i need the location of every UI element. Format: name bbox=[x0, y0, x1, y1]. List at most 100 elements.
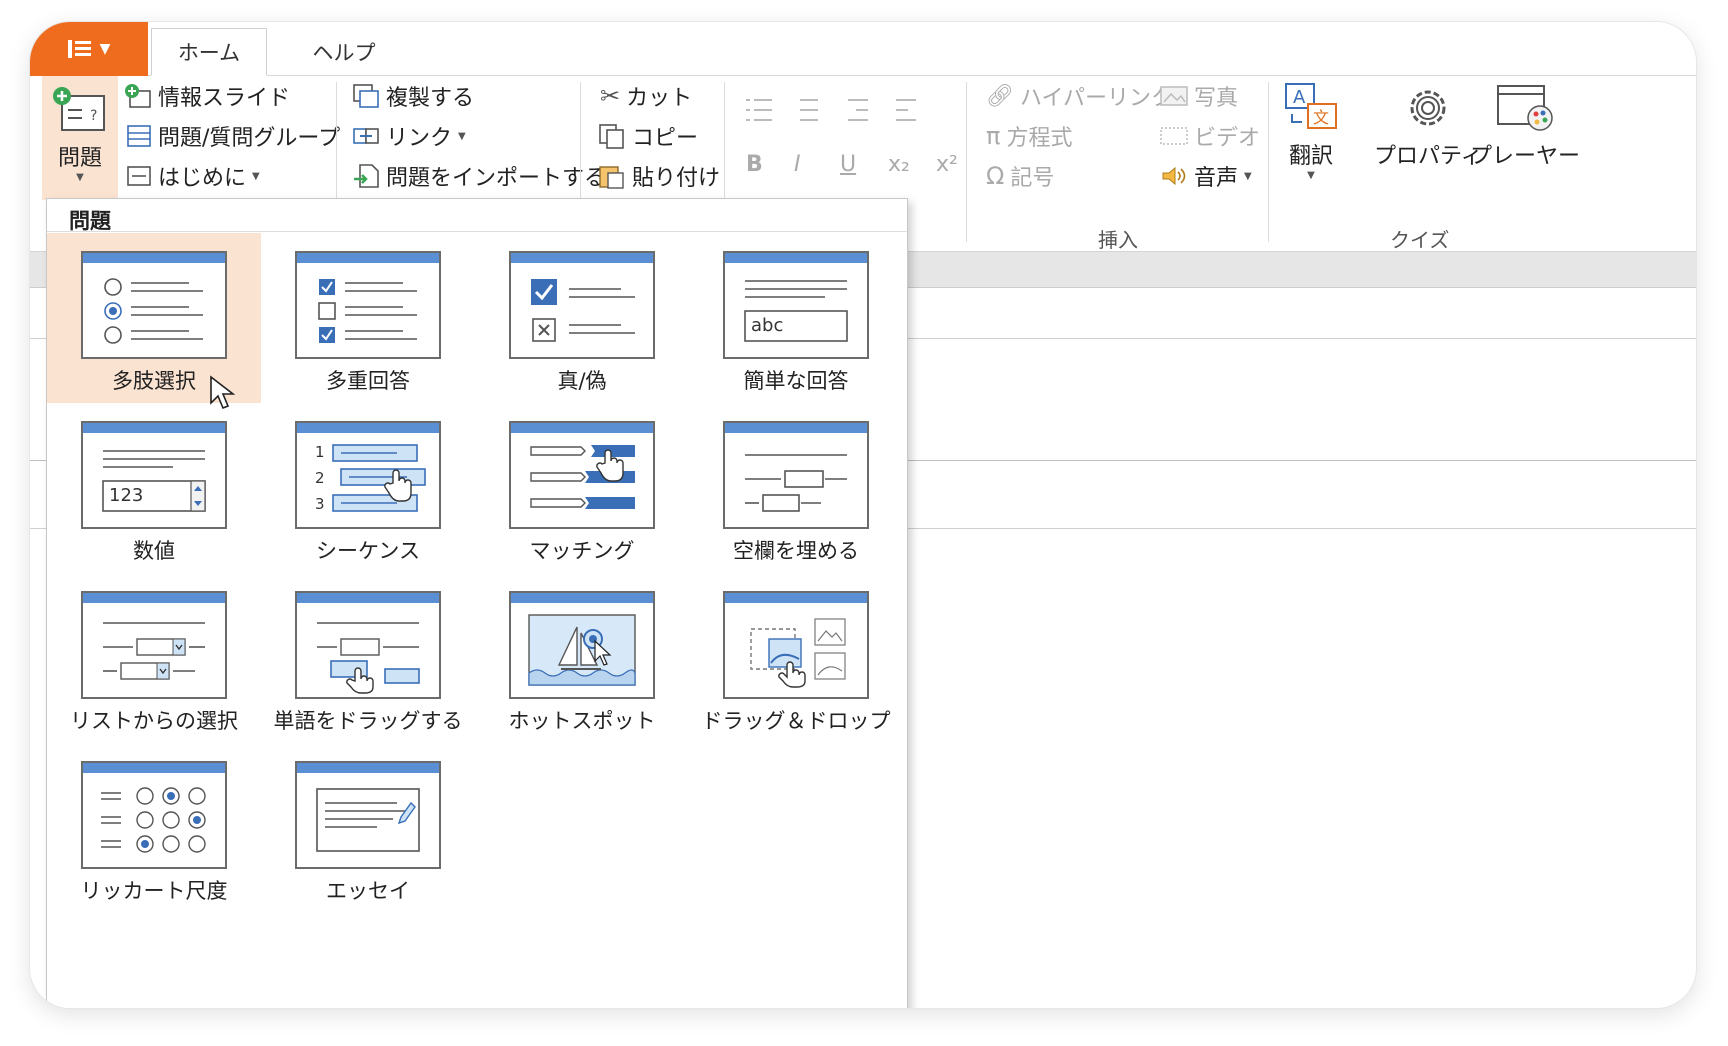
hyperlink-label: ハイパーリンク bbox=[1019, 86, 1174, 111]
sequence-number: 1 bbox=[315, 443, 325, 461]
svg-text:A: A bbox=[1293, 87, 1306, 108]
translate-label: 翻訳 bbox=[1288, 144, 1333, 169]
video-label: ビデオ bbox=[1194, 126, 1261, 151]
dropdown-divider bbox=[47, 231, 907, 232]
properties-label: プロパティ bbox=[1374, 144, 1483, 169]
intro-icon bbox=[127, 166, 151, 186]
paste-button[interactable]: 貼り付け bbox=[598, 160, 720, 192]
question-type-fill-in-blank[interactable]: 空欄を埋める bbox=[689, 403, 903, 573]
question-group-label: 問題/質問グループ bbox=[158, 126, 341, 151]
question-type-dropdown: 問題 多肢選択 多重回答 真/偽 abc 簡単な回答 123 数値 1 2 3 … bbox=[46, 198, 908, 1008]
omega-icon: Ω bbox=[986, 162, 1005, 190]
import-questions-button[interactable]: 問題をインポートする bbox=[352, 160, 606, 192]
subscript-button[interactable]: x₂ bbox=[888, 152, 910, 177]
audio-button[interactable]: 音声 ▼ bbox=[1160, 160, 1252, 192]
question-type-label: ホットスポット bbox=[508, 709, 656, 733]
import-questions-label: 問題をインポートする bbox=[386, 166, 607, 191]
drag-words-icon bbox=[295, 591, 441, 699]
question-type-drag-and-drop[interactable]: ドラッグ＆ドロップ bbox=[689, 573, 903, 743]
question-type-hotspot[interactable]: ホットスポット bbox=[475, 573, 689, 743]
true-false-icon bbox=[509, 251, 655, 359]
chevron-down-icon: ▼ bbox=[76, 172, 84, 183]
equation-button[interactable]: π 方程式 bbox=[986, 120, 1072, 152]
question-type-likert-scale[interactable]: リッカート尺度 bbox=[47, 743, 261, 913]
symbol-label: 記号 bbox=[1010, 166, 1055, 191]
insert-group-label: 挿入 bbox=[1098, 228, 1138, 252]
info-slide-button[interactable]: 情報スライド bbox=[124, 80, 290, 112]
question-type-label: ドラッグ＆ドロップ bbox=[701, 709, 891, 733]
question-button[interactable]: ? 問題 ▼ bbox=[42, 76, 118, 200]
chevron-down-icon: ▼ bbox=[458, 130, 466, 142]
link-label: リンク bbox=[386, 126, 453, 151]
essay-icon bbox=[295, 761, 441, 869]
question-type-label: 数値 bbox=[133, 539, 175, 563]
info-slide-icon bbox=[125, 84, 151, 108]
duplicate-button[interactable]: 複製する bbox=[352, 80, 474, 112]
numeric-sample: 123 bbox=[109, 485, 144, 506]
numeric-icon: 123 bbox=[81, 421, 227, 529]
chevron-down-icon: ▼ bbox=[1244, 170, 1252, 182]
paste-label: 貼り付け bbox=[632, 166, 721, 191]
video-icon bbox=[1160, 127, 1188, 145]
matching-icon bbox=[509, 421, 655, 529]
menu-icon bbox=[67, 40, 91, 58]
scissors-icon: ✂ bbox=[600, 82, 621, 110]
copy-button[interactable]: コピー bbox=[598, 120, 698, 152]
question-type-label: リッカート尺度 bbox=[80, 879, 228, 903]
cut-label: カット bbox=[626, 86, 693, 111]
paste-icon bbox=[599, 166, 624, 189]
question-type-matching[interactable]: マッチング bbox=[475, 403, 689, 573]
chevron-down-icon: ▼ bbox=[99, 41, 111, 57]
question-type-sequence[interactable]: 1 2 3 シーケンス bbox=[261, 403, 475, 573]
question-type-multiple-response[interactable]: 多重回答 bbox=[261, 233, 475, 403]
question-type-multiple-choice[interactable]: 多肢選択 bbox=[47, 233, 261, 410]
player-button[interactable]: プレーヤー bbox=[1470, 82, 1580, 170]
sequence-icon: 1 2 3 bbox=[295, 421, 441, 529]
symbol-button[interactable]: Ω 記号 bbox=[986, 160, 1054, 192]
chevron-down-icon: ▼ bbox=[252, 170, 260, 182]
import-icon bbox=[354, 164, 379, 188]
svg-text:?: ? bbox=[90, 108, 97, 124]
hyperlink-button[interactable]: 🔗︎ ハイパーリンク bbox=[986, 80, 1173, 112]
app-menu-button[interactable]: ▼ bbox=[30, 22, 148, 76]
translate-icon: A 文 bbox=[1285, 83, 1337, 129]
likert-scale-icon bbox=[81, 761, 227, 869]
copy-icon bbox=[599, 124, 624, 149]
fill-in-blank-icon bbox=[723, 421, 869, 529]
underline-button[interactable]: U bbox=[840, 152, 856, 177]
question-type-true-false[interactable]: 真/偽 bbox=[475, 233, 689, 403]
audio-label: 音声 bbox=[1194, 166, 1239, 191]
multiple-response-icon bbox=[295, 251, 441, 359]
photo-button[interactable]: 写真 bbox=[1160, 80, 1238, 112]
translate-button[interactable]: A 文 翻訳 ▼ bbox=[1282, 82, 1340, 181]
italic-button[interactable]: I bbox=[794, 152, 801, 177]
app-window: ▼ ホーム ヘルプ ? 問題 ▼ 情報スライド 問題/質問グループ はじめに ▼… bbox=[30, 22, 1696, 1008]
cut-button[interactable]: ✂ カット bbox=[600, 80, 692, 112]
sequence-number: 2 bbox=[315, 469, 325, 487]
video-button[interactable]: ビデオ bbox=[1160, 120, 1260, 152]
link-button[interactable]: リンク ▼ bbox=[352, 120, 466, 152]
duplicate-icon bbox=[353, 84, 379, 108]
sequence-number: 3 bbox=[315, 495, 325, 513]
tab-home[interactable]: ホーム bbox=[151, 28, 267, 76]
drag-and-drop-icon bbox=[723, 591, 869, 699]
question-type-numeric[interactable]: 123 数値 bbox=[47, 403, 261, 573]
superscript-button[interactable]: x² bbox=[936, 152, 958, 177]
question-type-label: リストからの選択 bbox=[70, 709, 238, 733]
question-type-label: エッセイ bbox=[326, 879, 410, 903]
properties-button[interactable]: プロパティ bbox=[1374, 82, 1483, 170]
list-format-icons bbox=[746, 99, 916, 121]
tab-help[interactable]: ヘルプ bbox=[286, 28, 402, 76]
question-type-drag-words[interactable]: 単語をドラッグする bbox=[261, 573, 475, 743]
svg-text:文: 文 bbox=[1313, 108, 1329, 127]
bold-button[interactable]: B bbox=[746, 152, 763, 177]
question-type-essay[interactable]: エッセイ bbox=[261, 743, 475, 913]
photo-label: 写真 bbox=[1194, 86, 1239, 111]
equation-label: 方程式 bbox=[1006, 126, 1073, 151]
question-type-short-answer[interactable]: abc 簡単な回答 bbox=[689, 233, 903, 403]
question-type-select-from-list[interactable]: リストからの選択 bbox=[47, 573, 261, 743]
info-slide-label: 情報スライド bbox=[158, 86, 291, 111]
question-icon: ? bbox=[53, 87, 105, 131]
intro-button[interactable]: はじめに ▼ bbox=[126, 160, 260, 192]
question-group-button[interactable]: 問題/質問グループ bbox=[126, 120, 340, 152]
